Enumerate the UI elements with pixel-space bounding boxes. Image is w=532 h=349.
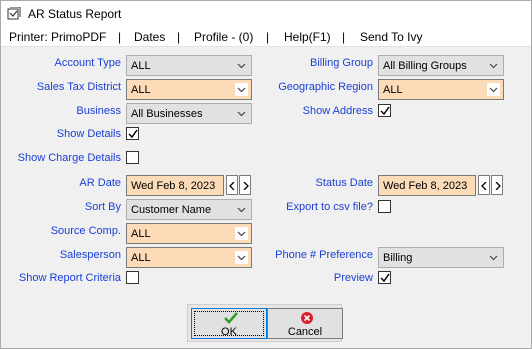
menu-profile[interactable]: Profile - (0) — [194, 30, 253, 44]
business-value: All Businesses — [131, 108, 203, 120]
phone-preference-dropdown[interactable]: Billing — [378, 247, 504, 268]
account-type-value: ALL — [131, 60, 151, 72]
chevron-down-icon — [235, 83, 248, 96]
checkmark-icon — [380, 106, 390, 116]
checkmark-icon — [128, 129, 138, 139]
export-csv-checkbox[interactable] — [378, 200, 391, 213]
show-address-checkbox[interactable] — [378, 104, 391, 117]
source-comp-dropdown[interactable]: ALL — [126, 223, 252, 244]
menu-separator: | — [177, 30, 181, 44]
account-type-label: Account Type — [54, 57, 121, 69]
window-title: AR Status Report — [28, 7, 122, 21]
source-comp-value: ALL — [131, 228, 151, 240]
geographic-region-value: ALL — [383, 84, 403, 96]
menu-bar: Printer: PrimoPDF | Dates | Profile - (0… — [1, 27, 531, 47]
source-comp-label: Source Comp. — [50, 225, 121, 237]
preview-checkbox[interactable] — [378, 271, 391, 284]
chevron-down-icon — [237, 111, 246, 117]
salesperson-label: Salesperson — [59, 249, 121, 261]
cancel-button[interactable]: Cancel — [267, 308, 343, 339]
sales-tax-district-label: Sales Tax District — [36, 81, 121, 93]
business-label: Business — [76, 105, 121, 117]
billing-group-dropdown[interactable]: All Billing Groups — [378, 55, 504, 76]
status-date-next-button[interactable] — [491, 175, 503, 195]
ok-label: OK — [221, 326, 237, 338]
show-charge-details-checkbox[interactable] — [126, 151, 139, 164]
chevron-left-icon — [229, 182, 235, 190]
ar-date-next-button[interactable] — [239, 175, 251, 195]
checkmark-icon — [380, 273, 390, 283]
phone-preference-value: Billing — [383, 252, 413, 264]
show-charge-details-label: Show Charge Details — [17, 152, 121, 164]
geographic-region-label: Geographic Region — [278, 81, 373, 93]
billing-group-value: All Billing Groups — [383, 60, 467, 72]
salesperson-value: ALL — [131, 252, 151, 264]
ar-status-report-window: AR Status Report Printer: PrimoPDF | Dat… — [0, 0, 532, 349]
chevron-down-icon — [235, 227, 248, 240]
show-details-checkbox[interactable] — [126, 127, 139, 140]
ar-date-value: Wed Feb 8, 2023 — [131, 180, 216, 192]
chevron-down-icon — [237, 63, 246, 69]
button-bar: OK Cancel — [187, 304, 343, 342]
phone-preference-label: Phone # Preference — [275, 249, 373, 261]
menu-send-to[interactable]: Send To Ivy — [360, 30, 422, 44]
sort-by-value: Customer Name — [131, 204, 212, 216]
cancel-icon — [301, 312, 313, 324]
menu-printer[interactable]: Printer: PrimoPDF — [9, 30, 106, 44]
business-dropdown[interactable]: All Businesses — [126, 103, 252, 124]
show-details-label: Show Details — [56, 128, 121, 140]
title-bar: AR Status Report — [1, 1, 531, 27]
sales-tax-district-value: ALL — [131, 84, 151, 96]
menu-separator: | — [118, 30, 122, 44]
chevron-left-icon — [481, 182, 487, 190]
chevron-down-icon — [237, 207, 246, 213]
status-date-prev-button[interactable] — [478, 175, 490, 195]
cancel-label: Cancel — [287, 326, 323, 338]
billing-group-label: Billing Group — [310, 57, 373, 69]
status-date-value: Wed Feb 8, 2023 — [383, 180, 468, 192]
ar-date-prev-button[interactable] — [226, 175, 238, 195]
status-date-label: Status Date — [315, 177, 373, 189]
chevron-right-icon — [243, 182, 249, 190]
report-icon — [7, 7, 21, 20]
ar-date-label: AR Date — [79, 177, 121, 189]
status-date-field[interactable]: Wed Feb 8, 2023 — [378, 175, 476, 196]
chevron-down-icon — [489, 255, 498, 261]
export-csv-label: Export to csv file? — [286, 201, 373, 213]
menu-separator: | — [342, 30, 346, 44]
geographic-region-dropdown[interactable]: ALL — [378, 79, 504, 100]
sort-by-dropdown[interactable]: Customer Name — [126, 199, 252, 220]
chevron-right-icon — [495, 182, 501, 190]
show-address-label: Show Address — [302, 105, 373, 117]
ar-date-field[interactable]: Wed Feb 8, 2023 — [126, 175, 224, 196]
chevron-down-icon — [487, 83, 500, 96]
sales-tax-district-dropdown[interactable]: ALL — [126, 79, 252, 100]
menu-separator: | — [266, 30, 270, 44]
preview-label: Preview — [333, 272, 373, 284]
checkmark-icon — [224, 312, 238, 324]
ok-button[interactable]: OK — [191, 308, 267, 339]
show-report-criteria-checkbox[interactable] — [126, 271, 139, 284]
chevron-down-icon — [489, 63, 498, 69]
salesperson-dropdown[interactable]: ALL — [126, 247, 252, 268]
account-type-dropdown[interactable]: ALL — [126, 55, 252, 76]
sort-by-label: Sort By — [84, 201, 121, 213]
menu-dates[interactable]: Dates — [134, 30, 165, 44]
show-report-criteria-label: Show Report Criteria — [18, 272, 121, 284]
menu-help[interactable]: Help(F1) — [284, 30, 331, 44]
chevron-down-icon — [235, 251, 248, 264]
